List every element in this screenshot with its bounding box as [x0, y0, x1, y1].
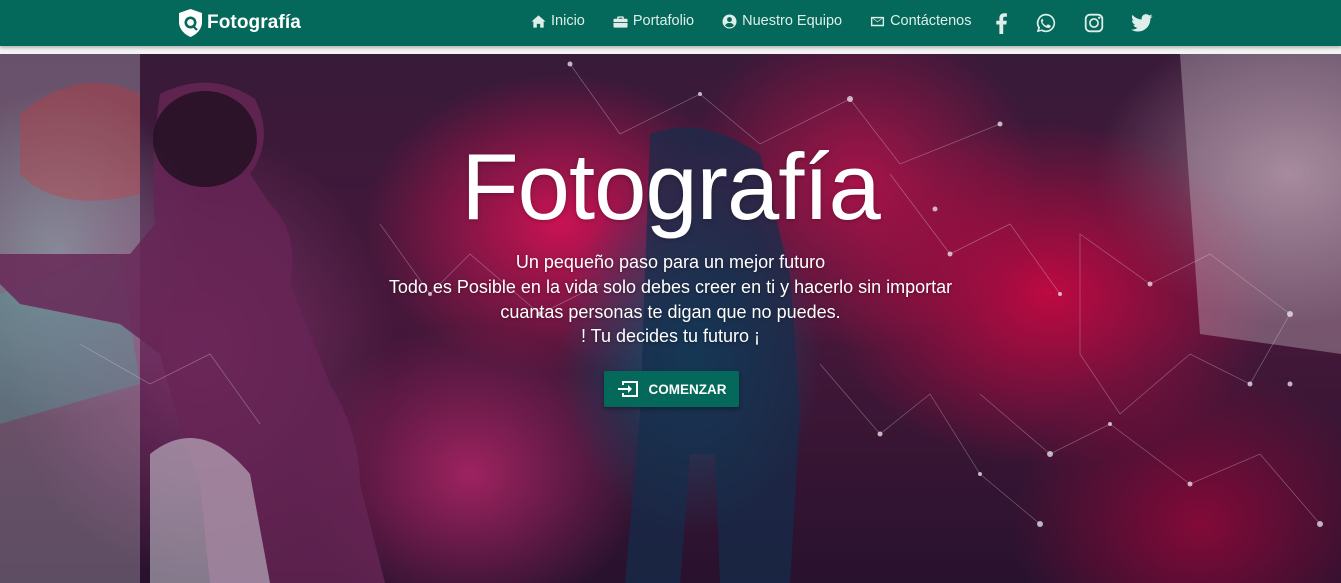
brand-link[interactable]: Fotografía	[179, 8, 301, 38]
twitter-link[interactable]	[1131, 0, 1153, 46]
hero-text-line: ! Tu decides tu futuro ¡	[580, 326, 761, 346]
comenzar-label: COMENZAR	[648, 381, 727, 397]
hero-title: Fotografía	[461, 134, 880, 239]
nav-link-label: Inicio	[551, 13, 585, 29]
nav-link-label: Contáctenos	[890, 13, 972, 29]
hero-text-line: cuantas personas te digan que no puedes.	[500, 302, 841, 322]
facebook-link[interactable]	[996, 0, 1007, 46]
hero-text-line: Todo es Posible en la vida solo debes cr…	[388, 277, 953, 297]
nav-link-contactenos[interactable]: Contáctenos	[870, 13, 972, 29]
hero-section: Fotografía Un pequeño paso para un mejor…	[0, 54, 1341, 583]
nav-link-portafolio[interactable]: Portafolio	[613, 13, 694, 29]
twitter-icon	[1131, 14, 1153, 32]
hero-tagline: Un pequeño paso para un mejor futuro	[515, 252, 826, 272]
navbar-shadow-strip	[0, 46, 1341, 54]
nav-link-label: Nuestro Equipo	[742, 13, 843, 29]
instagram-link[interactable]	[1084, 0, 1104, 46]
briefcase-icon	[613, 15, 628, 28]
facebook-icon	[996, 12, 1007, 34]
shield-camera-icon	[179, 9, 202, 37]
brand-name: Fotografía	[207, 12, 301, 33]
envelope-icon	[871, 16, 885, 26]
sign-in-icon	[617, 381, 638, 397]
comenzar-button[interactable]: COMENZAR	[604, 371, 739, 407]
whatsapp-link[interactable]	[1036, 0, 1056, 46]
nav-menu: Inicio Portafolio Nuestro Equipo Contáct…	[531, 0, 1000, 46]
nav-link-label: Portafolio	[632, 13, 695, 29]
instagram-icon	[1084, 13, 1104, 33]
nav-link-nuestro-equipo[interactable]: Nuestro Equipo	[722, 13, 842, 29]
nav-link-inicio[interactable]: Inicio	[531, 13, 585, 29]
home-icon	[531, 14, 546, 28]
top-navbar: Fotografía Inicio Portafolio Nuestro Equ…	[0, 0, 1341, 46]
whatsapp-icon	[1036, 13, 1056, 33]
user-circle-icon	[722, 13, 737, 29]
